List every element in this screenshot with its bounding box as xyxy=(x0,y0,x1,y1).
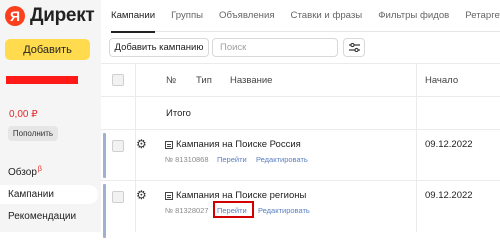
column-name[interactable]: Название xyxy=(230,75,272,86)
start-date: 09.12.2022 xyxy=(425,190,473,201)
total-label: Итого xyxy=(166,108,191,119)
tab-bids-phrases[interactable]: Ставки и фразы xyxy=(291,0,363,32)
app-title: Директ xyxy=(30,5,95,26)
edit-link[interactable]: Редактировать xyxy=(258,206,310,215)
toolbar: Добавить кампанию Поиск xyxy=(106,38,500,58)
row-checkbox[interactable] xyxy=(112,191,124,203)
tab-bar: Кампании Группы Объявления Ставки и фраз… xyxy=(111,0,500,33)
start-date: 09.12.2022 xyxy=(425,139,473,150)
campaign-number: № 81328027 xyxy=(165,206,209,215)
tab-retargeting[interactable]: Ретаргет xyxy=(465,0,500,32)
redacted-account xyxy=(6,76,78,84)
search-campaign-icon xyxy=(165,141,173,149)
edit-link[interactable]: Редактировать xyxy=(256,155,308,164)
column-number[interactable]: № xyxy=(166,75,176,86)
row-selection-bar xyxy=(103,133,106,178)
tab-feed-filters[interactable]: Фильтры фидов xyxy=(378,0,449,32)
search-input[interactable]: Поиск xyxy=(212,38,338,57)
column-type[interactable]: Тип xyxy=(196,75,212,86)
yandex-logo-icon: Я xyxy=(5,6,25,26)
row-selection-bar xyxy=(103,184,106,238)
column-start[interactable]: Начало xyxy=(425,75,458,86)
sidebar-item-recommendations[interactable]: Рекомендации xyxy=(0,207,98,226)
sidebar: Я Директ Добавить 0,00 ₽ Пополнить Обзор… xyxy=(0,0,101,232)
campaign-name-link[interactable]: Кампания на Поиске регионы xyxy=(176,190,306,201)
gear-icon[interactable]: ⚙ xyxy=(136,188,147,202)
sidebar-item-label: Рекомендации xyxy=(8,211,77,222)
topup-button[interactable]: Пополнить xyxy=(8,126,58,141)
select-all-checkbox[interactable] xyxy=(112,74,124,86)
sliders-icon xyxy=(348,43,360,52)
add-campaign-button[interactable]: Добавить кампанию xyxy=(109,38,209,57)
campaign-name-link[interactable]: Кампания на Поиске Россия xyxy=(176,139,301,150)
tab-groups[interactable]: Группы xyxy=(171,0,203,32)
total-row: Итого xyxy=(101,96,500,129)
row-checkbox[interactable] xyxy=(112,140,124,152)
add-button[interactable]: Добавить xyxy=(5,39,90,60)
sidebar-item-campaigns[interactable]: Кампании xyxy=(0,185,98,204)
table-row[interactable]: ⚙ Кампания на Поиске Россия № 81310868 П… xyxy=(101,129,500,180)
sidebar-item-label: Обзор xyxy=(8,167,37,178)
tab-campaigns[interactable]: Кампании xyxy=(111,0,156,33)
campaign-number: № 81310868 xyxy=(165,155,209,164)
tab-ads[interactable]: Объявления xyxy=(219,0,275,32)
sidebar-item-overview[interactable]: Обзор β xyxy=(0,163,98,182)
beta-badge: β xyxy=(37,166,42,173)
logo[interactable]: Я Директ xyxy=(5,5,95,27)
table-row[interactable]: ⚙ Кампания на Поиске регионы № 81328027 … xyxy=(101,180,500,240)
campaigns-table: № Тип Название Начало Итого ⚙ Кампания н… xyxy=(101,63,500,238)
highlight-box xyxy=(213,201,254,218)
table-header: № Тип Название Начало xyxy=(101,63,500,96)
search-campaign-icon xyxy=(165,192,173,200)
filter-button[interactable] xyxy=(343,38,365,57)
goto-link[interactable]: Перейти xyxy=(217,155,247,164)
balance-amount: 0,00 ₽ xyxy=(9,109,38,120)
gear-icon[interactable]: ⚙ xyxy=(136,137,147,151)
sidebar-item-label: Кампании xyxy=(8,189,54,200)
